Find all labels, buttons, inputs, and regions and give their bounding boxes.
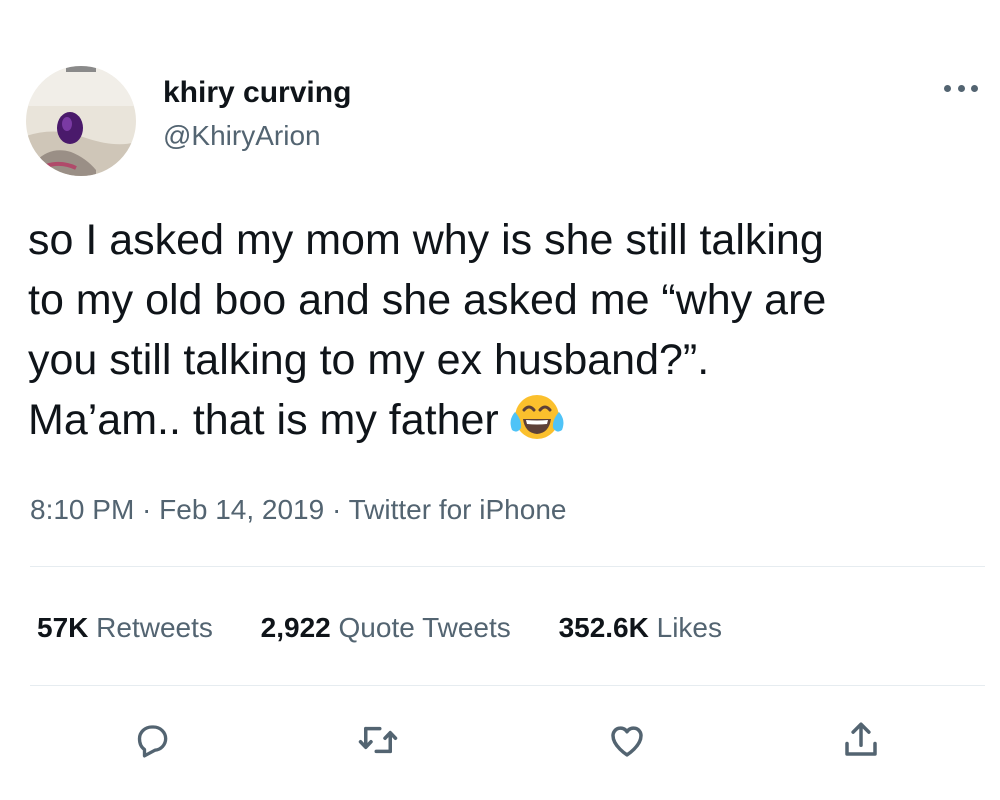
tweet-meta: 8:10 PM · Feb 14, 2019 · Twitter for iPh… bbox=[30, 494, 566, 526]
avatar-image bbox=[26, 66, 136, 176]
tweet-actions bbox=[0, 715, 1000, 765]
more-options-icon[interactable] bbox=[944, 80, 978, 96]
quote-tweets-count: 2,922 bbox=[260, 612, 331, 643]
tweet-source[interactable]: Twitter for iPhone bbox=[349, 494, 567, 525]
reply-button[interactable] bbox=[127, 715, 177, 765]
tweet-text-line: to my old boo and she asked me “why are bbox=[28, 276, 827, 324]
tweet-date[interactable]: Feb 14, 2019 bbox=[159, 494, 324, 525]
retweets-count: 57K bbox=[37, 612, 89, 643]
likes-label: Likes bbox=[656, 612, 723, 643]
dot-icon bbox=[971, 84, 978, 92]
likes-stat[interactable]: 352.6K Likes bbox=[559, 612, 722, 644]
meta-separator: · bbox=[134, 494, 160, 525]
retweets-stat[interactable]: 57K Retweets bbox=[37, 612, 213, 644]
tweet-time[interactable]: 8:10 PM bbox=[30, 494, 134, 525]
heart-icon bbox=[611, 726, 643, 757]
share-icon bbox=[845, 722, 877, 756]
retweet-button[interactable] bbox=[353, 715, 403, 765]
face-with-tears-of-joy-icon bbox=[507, 390, 567, 442]
divider bbox=[30, 685, 985, 686]
share-button[interactable] bbox=[836, 715, 886, 765]
tweet-text-line: so I asked my mom why is she still talki… bbox=[28, 216, 824, 264]
retweet-icon bbox=[358, 726, 398, 754]
meta-separator: · bbox=[324, 494, 349, 525]
quote-tweets-label: Quote Tweets bbox=[338, 612, 511, 643]
author-handle[interactable]: @KhiryArion bbox=[163, 120, 321, 152]
retweets-label: Retweets bbox=[96, 612, 213, 643]
tweet-text-line: Ma’am.. that is my father bbox=[28, 396, 499, 444]
reply-icon bbox=[137, 725, 168, 758]
dot-icon bbox=[957, 84, 965, 92]
quote-tweets-stat[interactable]: 2,922 Quote Tweets bbox=[261, 612, 511, 644]
tweet-text-line-last: Ma’am.. that is my father bbox=[28, 390, 988, 450]
author-display-name[interactable]: khiry curving bbox=[163, 76, 351, 110]
tweet-text: so I asked my mom why is she still talki… bbox=[28, 210, 988, 450]
avatar[interactable] bbox=[26, 66, 136, 176]
tweet-card: khiry curving @KhiryArion so I asked my … bbox=[0, 0, 1000, 800]
divider bbox=[30, 566, 985, 567]
dot-icon bbox=[944, 84, 951, 92]
likes-count: 352.6K bbox=[558, 612, 649, 643]
tweet-text-line: you still talking to my ex husband?”. bbox=[28, 336, 710, 384]
tweet-stats: 57K Retweets 2,922 Quote Tweets 352.6K L… bbox=[37, 612, 762, 644]
like-button[interactable] bbox=[602, 715, 652, 765]
